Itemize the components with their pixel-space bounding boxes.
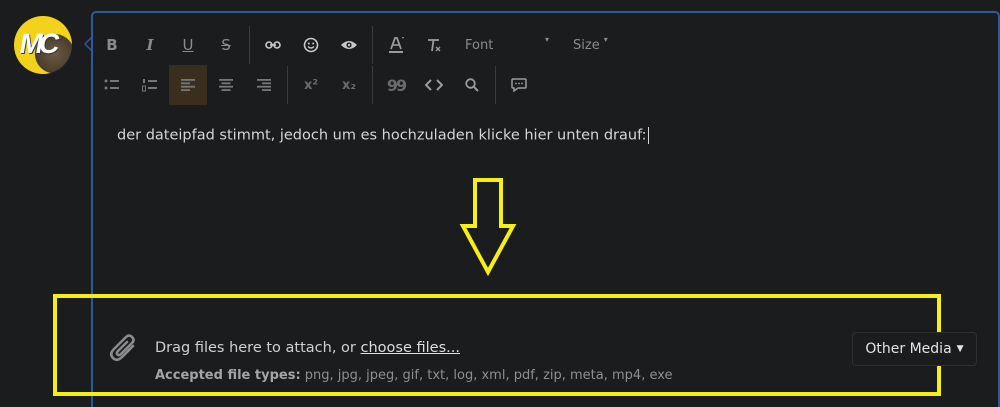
subscript-button[interactable]: x₂ (330, 65, 368, 105)
bullet-list-button[interactable] (93, 65, 131, 105)
bold-button[interactable]: B (93, 25, 131, 65)
link-icon (265, 41, 281, 49)
choose-files-link[interactable]: choose files... (361, 340, 460, 356)
search-icon (465, 78, 479, 92)
toolbar-row-1: B I U S Font ▾ Size ▾ (93, 25, 631, 65)
align-center-button[interactable] (207, 65, 245, 105)
emoji-button[interactable] (292, 25, 330, 65)
down-arrow-annotation (459, 178, 517, 276)
toolbar-separator (249, 26, 250, 64)
text-color-button[interactable] (377, 25, 415, 65)
chevron-down-icon: ▼ (956, 344, 964, 354)
quote-button[interactable]: 99 (377, 65, 415, 105)
clear-format-icon (428, 39, 441, 52)
remove-format-button[interactable] (415, 25, 453, 65)
toolbar-separator (372, 26, 373, 64)
speech-bubble-icon (511, 78, 527, 92)
align-center-icon (219, 79, 233, 91)
align-right-icon (257, 79, 271, 91)
comment-button[interactable] (500, 65, 538, 105)
bullet-list-icon (104, 79, 119, 90)
paperclip-icon (109, 334, 135, 362)
toolbar-separator (372, 66, 373, 104)
smiley-icon (303, 37, 319, 53)
font-dropdown[interactable]: Font ▾ (453, 25, 561, 65)
spoiler-button[interactable] (330, 25, 368, 65)
other-media-button[interactable]: Other Media ▼ (852, 332, 977, 366)
chevron-down-icon: ▾ (544, 34, 549, 44)
align-left-button[interactable] (169, 65, 207, 105)
superscript-button[interactable]: x² (292, 65, 330, 105)
size-dropdown-label: Size (573, 37, 600, 53)
editor-content[interactable]: der dateipfad stimmt, jedoch um es hochz… (117, 127, 649, 144)
chevron-down-icon: ▾ (603, 34, 608, 44)
find-button[interactable] (453, 65, 491, 105)
link-button[interactable] (254, 25, 292, 65)
drag-files-label: Drag files here to attach, or (155, 340, 356, 356)
eye-icon (341, 41, 357, 49)
numbered-list-button[interactable] (131, 65, 169, 105)
code-icon (425, 79, 443, 91)
code-button[interactable] (415, 65, 453, 105)
align-right-button[interactable] (245, 65, 283, 105)
other-media-label: Other Media (865, 341, 952, 357)
toolbar-separator (495, 66, 496, 104)
accepted-label: Accepted file types: (155, 368, 301, 383)
toolbar-separator (287, 66, 288, 104)
align-left-icon (181, 79, 195, 91)
message-text: der dateipfad stimmt, jedoch um es hochz… (117, 127, 647, 144)
numbered-list-icon (142, 79, 157, 92)
font-dropdown-label: Font (465, 37, 494, 53)
text-color-icon (389, 37, 404, 53)
size-dropdown[interactable]: Size ▾ (561, 25, 631, 65)
avatar[interactable]: MC (14, 16, 72, 74)
underline-button[interactable]: U (169, 25, 207, 65)
accepted-file-types: Accepted file types: png, jpg, jpeg, gif… (155, 368, 673, 383)
strikethrough-button[interactable]: S (207, 25, 245, 65)
accepted-types-list: png, jpg, jpeg, gif, txt, log, xml, pdf,… (304, 368, 673, 383)
italic-button[interactable]: I (131, 25, 169, 65)
toolbar-row-2: x² x₂ 99 (93, 65, 538, 105)
drag-files-text: Drag files here to attach, or choose fil… (155, 340, 460, 356)
text-cursor (647, 127, 649, 144)
avatar-initials: MC (17, 28, 59, 59)
